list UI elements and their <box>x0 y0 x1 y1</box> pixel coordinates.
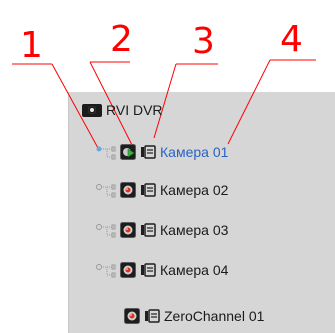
tree-connector-icon <box>96 222 116 238</box>
tree-row-camera-01[interactable]: Камера 01 <box>96 140 228 164</box>
tree-row-camera-02[interactable]: Камера 02 <box>96 178 228 202</box>
camera-label: Камера 04 <box>160 262 229 278</box>
camera-label: Камера 03 <box>160 222 229 238</box>
camera-icon[interactable] <box>120 182 136 198</box>
annotation-label-4: 4 <box>280 19 303 60</box>
dvr-icon <box>82 103 102 117</box>
tree-connector-icon <box>96 182 116 198</box>
channel-label: ZeroChannel 01 <box>164 308 265 324</box>
tree-root-row[interactable]: RVI DVR <box>82 100 163 120</box>
tree-row-camera-04[interactable]: Камера 04 <box>96 258 228 282</box>
channel-icon[interactable] <box>140 222 156 238</box>
tree-row-zerochannel-01[interactable]: ZeroChannel 01 <box>124 304 264 328</box>
tree-row-camera-03[interactable]: Камера 03 <box>96 218 228 242</box>
channel-icon[interactable] <box>140 144 156 160</box>
channel-icon[interactable] <box>140 262 156 278</box>
annotation-label-2: 2 <box>110 19 133 60</box>
camera-label: Камера 02 <box>160 182 229 198</box>
camera-icon[interactable] <box>120 262 136 278</box>
camera-label: Камера 01 <box>160 144 229 160</box>
camera-icon[interactable] <box>120 222 136 238</box>
annotation-label-1: 1 <box>20 25 43 66</box>
tree-root-label: RVI DVR <box>106 102 163 118</box>
device-tree-panel <box>68 92 335 333</box>
camera-icon[interactable] <box>124 308 140 324</box>
annotation-label-3: 3 <box>192 21 215 62</box>
camera-play-icon[interactable] <box>120 144 136 160</box>
screenshot-stage: 1 2 3 4 RVI DVR Камера 01 Камера 02 Каме… <box>0 0 335 333</box>
tree-connector-icon <box>96 144 116 160</box>
channel-icon[interactable] <box>144 308 160 324</box>
channel-icon[interactable] <box>140 182 156 198</box>
tree-connector-icon <box>96 262 116 278</box>
